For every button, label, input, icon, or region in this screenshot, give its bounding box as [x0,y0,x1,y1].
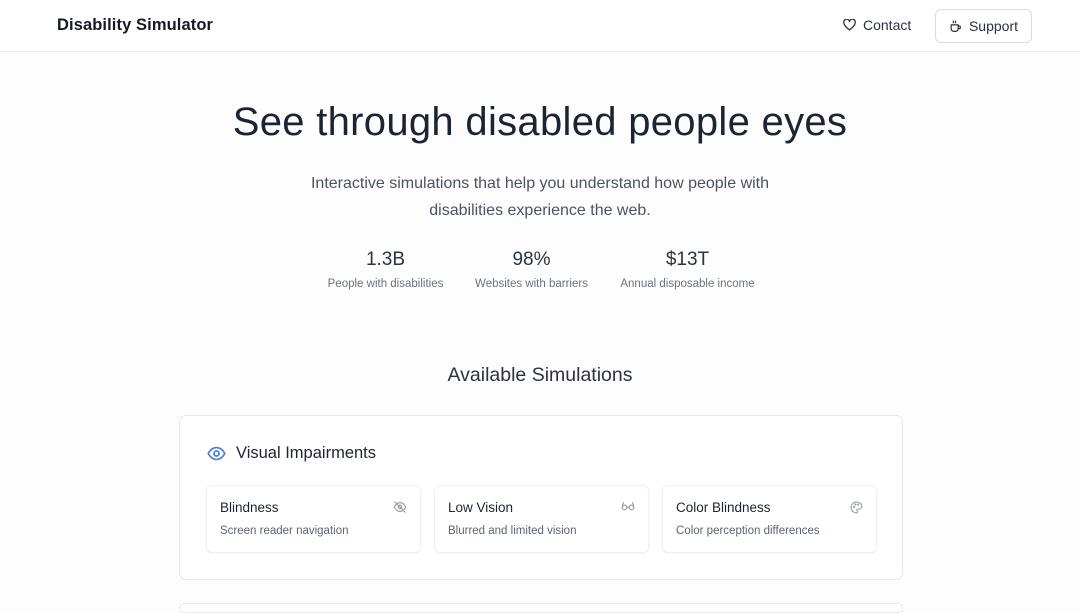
brand-title[interactable]: Disability Simulator [57,16,213,35]
section-title: Available Simulations [447,364,633,386]
top-navigation-bar: Disability Simulator Contact Support [0,0,1080,52]
coffee-icon [949,19,962,33]
hero-title: See through disabled people eyes [232,100,848,144]
eye-off-icon [393,501,407,513]
stat-label: People with disabilities [327,278,444,290]
simulation-title: Low Vision [448,500,514,515]
palette-icon [850,501,863,514]
stat-income: $13T Annual disposable income [610,248,765,290]
category-header: Visual Impairments [207,444,376,463]
support-label: Support [968,18,1019,34]
hero-subtitle: Interactive simulations that help you un… [270,170,810,224]
stat-value: $13T [665,249,710,270]
stat-label: Websites with barriers [475,278,588,290]
contact-label: Contact [863,17,912,33]
simulation-card-color-blindness[interactable]: Color Blindness Color perception differe… [662,485,877,553]
category-visual-impairments: Visual Impairments Blindness Screen read… [179,415,903,580]
hero-subtitle-line1: Interactive simulations that help you un… [310,175,770,192]
stat-label: Annual disposable income [620,278,755,290]
stat-value: 1.3B [365,249,406,270]
stat-people: 1.3B People with disabilities [318,248,453,290]
simulation-title: Color Blindness [676,500,771,515]
simulation-description: Screen reader navigation [220,525,349,537]
contact-link[interactable]: Contact [843,17,911,33]
support-button[interactable]: Support [935,9,1032,43]
glasses-icon [621,501,635,511]
simulation-description: Blurred and limited vision [448,525,577,537]
stat-value: 98% [512,249,551,270]
stat-websites: 98% Websites with barriers [466,248,597,290]
hero-subtitle-line2: disabilities experience the web. [429,202,651,219]
category-title: Visual Impairments [236,444,377,462]
simulation-card-low-vision[interactable]: Low Vision Blurred and limited vision [434,485,649,553]
eye-icon [207,446,226,461]
next-category-card [179,603,903,613]
heart-icon [843,19,856,31]
simulation-title: Blindness [220,500,279,515]
simulation-description: Color perception differences [676,525,820,537]
simulation-card-blindness[interactable]: Blindness Screen reader navigation [206,485,421,553]
